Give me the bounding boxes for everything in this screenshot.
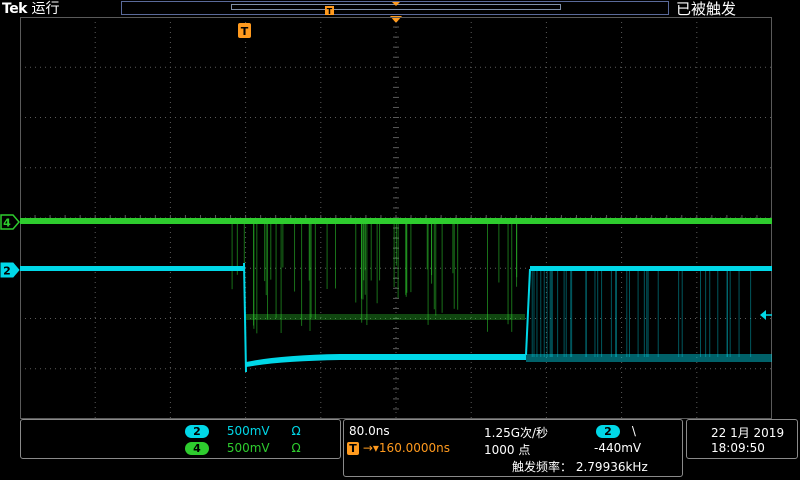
ch4-waveform <box>20 218 772 334</box>
record-trigger-label: T <box>327 7 333 16</box>
trigger-position-value: 160.0000ns <box>378 441 451 455</box>
date: 22 1月 2019 <box>711 426 785 440</box>
waveform-display[interactable] <box>20 17 772 419</box>
ch2-settings-row[interactable]: 2 500mV Ω <box>185 424 301 438</box>
ch4-marker-label: 4 <box>3 217 11 230</box>
trigger-frequency-label: 触发频率： <box>512 460 573 474</box>
trigger-position-marker[interactable]: T <box>238 23 252 39</box>
arrow-right-icon: → <box>362 441 373 455</box>
trigger-status: 已被触发 <box>676 0 737 18</box>
trigger-level: -440mV <box>594 441 642 455</box>
ch2-ground-marker[interactable]: 2 <box>0 262 20 278</box>
record-length: 1000 点 <box>484 443 531 457</box>
trigger-source-badge[interactable]: 2 <box>596 425 620 438</box>
trigger-icon-label: T <box>241 25 249 38</box>
ch2-impedance-icon: Ω <box>291 424 301 438</box>
trigger-frequency-value: 2.79936kHz <box>575 460 648 474</box>
record-center-marker <box>392 2 400 6</box>
acquisition-panel[interactable]: 80.0ns T →▾160.0000ns 1.25G次/秒 1000 点 2 … <box>343 419 683 477</box>
trigger-position-readout[interactable]: T →▾160.0000ns <box>347 441 450 455</box>
ch4-impedance-icon: Ω <box>291 441 301 455</box>
trigger-level-marker[interactable] <box>760 309 772 321</box>
datetime-panel[interactable]: 22 1月 2019 18:09:50 <box>686 419 798 459</box>
ch4-scale: 500mV <box>226 441 270 455</box>
sample-rate: 1.25G次/秒 <box>484 426 549 440</box>
ch4-settings-row[interactable]: 4 500mV Ω <box>185 441 301 455</box>
trigger-source-row[interactable]: 2 \ <box>596 424 636 438</box>
trigger-frequency-row: 触发频率： 2.79936kHz <box>512 458 648 475</box>
channel-settings-panel[interactable]: 2 500mV Ω 4 500mV Ω <box>20 419 341 459</box>
time-per-division[interactable]: 80.0ns <box>349 424 390 438</box>
trigger-position-icon: T <box>347 442 359 455</box>
ch2-scale: 500mV <box>226 424 270 438</box>
ch2-marker-label: 2 <box>3 265 11 278</box>
ch2-badge[interactable]: 2 <box>185 425 209 438</box>
ch4-badge[interactable]: 4 <box>185 442 209 455</box>
ch4-ground-marker[interactable]: 4 <box>0 214 20 230</box>
time: 18:09:50 <box>711 441 765 455</box>
trigger-slope-falling-icon: \ <box>631 424 636 438</box>
